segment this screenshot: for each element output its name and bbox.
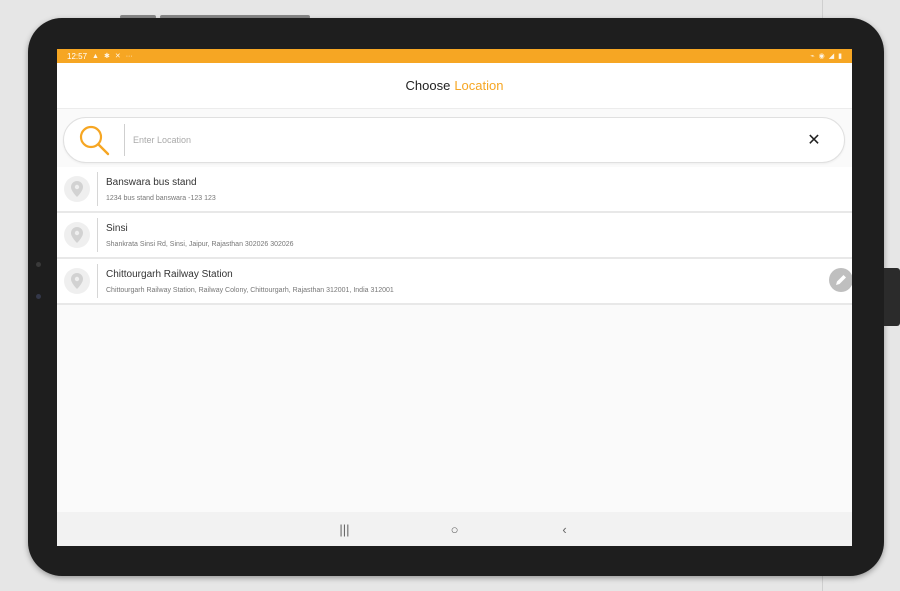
back-button[interactable]: ‹ (510, 522, 620, 537)
wifi-icon: ⌁ (810, 53, 815, 60)
list-item[interactable]: Banswara bus stand 1234 bus stand banswa… (57, 167, 852, 213)
status-time: 12:57 (67, 51, 88, 61)
location-title: Sinsi (106, 222, 128, 234)
home-button[interactable]: ○ (400, 522, 510, 537)
location-title: Banswara bus stand (106, 176, 197, 188)
app-screen: 12:57 ▲ ✱ ✕ ··· ⌁ ◉ ◢ ▮ Choose Location … (57, 49, 852, 546)
location-address: Chittourgarh Railway Station, Railway Co… (106, 286, 394, 294)
close-icon[interactable]: ✕ (784, 117, 844, 163)
battery-icon: ▮ (838, 53, 842, 60)
signal-icon: ◢ (828, 53, 835, 60)
status-bar: 12:57 ▲ ✱ ✕ ··· ⌁ ◉ ◢ ▮ (57, 49, 852, 63)
recent-apps-button[interactable]: ||| (290, 522, 400, 537)
search-input[interactable] (125, 125, 784, 155)
bluetooth-icon: ✱ (103, 53, 110, 60)
settings-icon: ✕ (114, 53, 121, 60)
android-icon: ▲ (92, 52, 99, 60)
side-connector (884, 268, 900, 326)
camera-icon (36, 294, 41, 299)
title-primary: Choose (405, 78, 451, 93)
location-pin-icon (64, 176, 90, 202)
edit-icon[interactable] (829, 268, 852, 292)
location-title: Chittourgarh Railway Station (106, 268, 233, 280)
location-address: 1234 bus stand banswara -123 123 (106, 194, 216, 202)
location-address: Shankrata Sinsi Rd, Sinsi, Jaipur, Rajas… (106, 240, 294, 248)
search-bar: ✕ (63, 117, 845, 163)
list-item[interactable]: Sinsi Shankrata Sinsi Rd, Sinsi, Jaipur,… (57, 213, 852, 259)
page-title: Choose Location (57, 63, 852, 109)
system-nav-bar: ||| ○ ‹ (57, 512, 852, 546)
alarm-icon: ◉ (818, 53, 825, 60)
location-pin-icon (64, 222, 90, 248)
sensor-dot (36, 262, 41, 267)
location-pin-icon (64, 268, 90, 294)
title-accent: Location (454, 78, 504, 93)
location-list: Banswara bus stand 1234 bus stand banswa… (57, 167, 852, 305)
dots-icon: ··· (125, 52, 133, 60)
search-icon[interactable] (64, 117, 124, 163)
list-item[interactable]: Chittourgarh Railway Station Chittourgar… (57, 259, 852, 305)
